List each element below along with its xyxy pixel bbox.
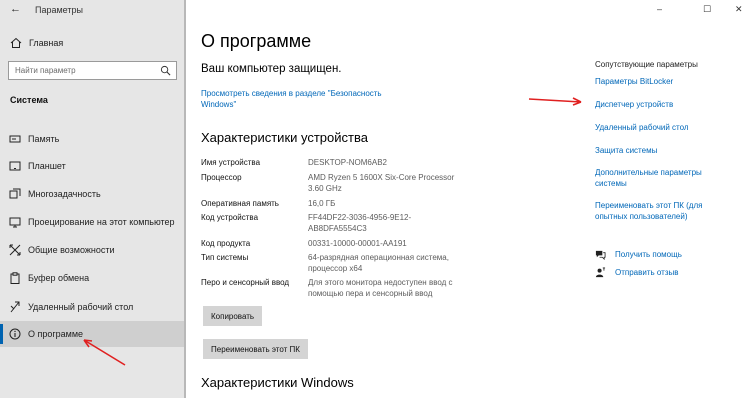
device-manager-link[interactable]: Диспетчер устройств — [595, 99, 730, 110]
spec-value: 00331-10000-00001-AA191 — [308, 239, 407, 248]
advanced-system-settings-link[interactable]: Дополнительные параметры системы — [595, 167, 707, 189]
rename-pc-advanced-link[interactable]: Переименовать этот ПК (для опытных польз… — [595, 200, 715, 222]
spec-value: FF44DF22-3036-4956-9E12-AB8DFA5554C3 — [308, 213, 412, 233]
sidebar: ← Параметры Главная Найти параметр Систе… — [0, 0, 186, 398]
sidebar-item-multitasking[interactable]: Многозадачность — [0, 181, 184, 207]
sidebar-item-label: Общие возможности — [28, 245, 115, 255]
spec-value: Для этого монитора недоступен ввод с пом… — [308, 278, 453, 298]
info-icon — [9, 328, 21, 340]
annotation-arrow-device-manager — [528, 97, 582, 106]
tablet-icon — [9, 161, 21, 171]
app-title: Параметры — [35, 5, 83, 15]
spec-key: Оперативная память — [201, 199, 279, 208]
sidebar-item-label: Проецирование на этот компьютер — [28, 217, 175, 227]
protection-status: Ваш компьютер защищен. — [201, 63, 342, 75]
sidebar-item-clipboard[interactable]: Буфер обмена — [0, 265, 184, 291]
spec-key: Перо и сенсорный ввод — [201, 278, 290, 287]
arrow-left-icon[interactable]: ← — [10, 3, 21, 15]
sidebar-item-label: Планшет — [28, 161, 66, 171]
rename-pc-button[interactable]: Переименовать этот ПК — [203, 339, 308, 359]
projecting-icon — [9, 217, 21, 228]
sidebar-item-label: Буфер обмена — [28, 273, 90, 283]
copy-button[interactable]: Копировать — [203, 306, 263, 326]
sidebar-item-about[interactable]: О программе — [0, 321, 184, 347]
spec-key: Имя устройства — [201, 158, 261, 167]
sidebar-item-storage[interactable]: Память — [0, 126, 184, 152]
shared-experiences-icon — [9, 244, 21, 256]
home-icon — [10, 37, 22, 48]
spec-key: Код продукта — [201, 239, 251, 248]
sidebar-item-remote-desktop[interactable]: Удаленный рабочий стол — [0, 294, 184, 320]
sidebar-item-shared-experiences[interactable]: Общие возможности — [0, 237, 184, 263]
sidebar-item-label: Память — [28, 134, 60, 144]
close-button[interactable]: ✕ — [735, 4, 743, 15]
sidebar-item-label: Многозадачность — [28, 189, 101, 199]
related-settings-heading: Сопутствующие параметры — [595, 60, 698, 69]
windows-specs-heading: Характеристики Windows — [201, 375, 354, 390]
help-chat-icon — [595, 250, 606, 260]
sidebar-item-projecting[interactable]: Проецирование на этот компьютер — [0, 209, 184, 235]
spec-key: Тип системы — [201, 253, 249, 262]
maximize-button[interactable]: ☐ — [703, 4, 711, 15]
spec-value: 16,0 ГБ — [308, 199, 336, 208]
page-title: О программе — [201, 31, 312, 51]
sidebar-item-label: Главная — [29, 38, 64, 48]
spec-key: Процессор — [201, 173, 242, 182]
sidebar-item-label: Удаленный рабочий стол — [28, 302, 134, 312]
active-indicator — [0, 324, 3, 344]
sidebar-item-tablet[interactable]: Планшет — [0, 153, 184, 179]
feedback-icon — [595, 267, 606, 278]
storage-icon — [9, 135, 21, 143]
clipboard-icon — [10, 272, 20, 284]
remote-desktop-link[interactable]: Удаленный рабочий стол — [595, 122, 730, 133]
search-placeholder: Найти параметр — [15, 66, 76, 75]
spec-value: AMD Ryzen 5 1600X Six-Core Processor 3.6… — [308, 173, 455, 193]
bitlocker-settings-link[interactable]: Параметры BitLocker — [595, 76, 730, 87]
system-protection-link[interactable]: Защита системы — [595, 145, 730, 156]
spec-key: Код устройства — [201, 213, 259, 222]
spec-value: 64-разрядная операционная система, проце… — [308, 253, 449, 273]
section-label: Система — [10, 95, 48, 105]
security-details-link[interactable]: Просмотреть сведения в разделе "Безопасн… — [201, 88, 401, 110]
get-help-link[interactable]: Получить помощь — [615, 250, 682, 259]
sidebar-item-home[interactable]: Главная — [0, 32, 184, 54]
search-icon[interactable] — [160, 65, 171, 76]
sidebar-scrollbar[interactable] — [184, 0, 186, 398]
search-input[interactable]: Найти параметр — [8, 61, 177, 80]
sidebar-item-label: О программе — [28, 329, 84, 339]
minimize-button[interactable]: – — [657, 4, 662, 14]
device-specs-heading: Характеристики устройства — [201, 130, 368, 145]
remote-desktop-icon — [10, 301, 20, 313]
send-feedback-link[interactable]: Отправить отзыв — [615, 268, 679, 277]
multitasking-icon — [9, 188, 21, 199]
spec-value: DESKTOP-NOM6AB2 — [308, 158, 387, 167]
